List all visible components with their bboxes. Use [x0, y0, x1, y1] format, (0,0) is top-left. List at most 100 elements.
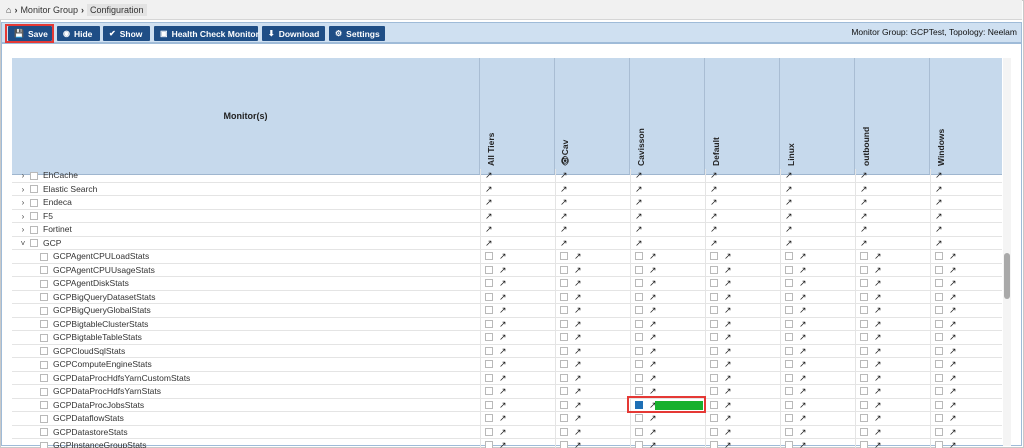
external-link-icon[interactable]: ↗ — [785, 224, 793, 235]
external-link-icon[interactable]: ↗ — [949, 251, 957, 262]
external-link-icon[interactable]: ↗ — [799, 305, 807, 316]
external-link-icon[interactable]: ↗ — [724, 251, 732, 262]
cell-checkbox[interactable] — [485, 414, 493, 422]
column-header-outbound[interactable]: outbound — [855, 58, 930, 174]
cell-checkbox[interactable] — [485, 427, 493, 436]
cell-checkbox[interactable] — [935, 400, 943, 409]
external-link-icon[interactable]: ↗ — [649, 346, 657, 357]
cell-checkbox[interactable] — [860, 441, 868, 448]
column-header-cav[interactable]: 👁Cav — [555, 58, 630, 174]
external-link-icon[interactable]: ↗ — [949, 373, 957, 384]
row-checkbox[interactable] — [40, 266, 48, 274]
external-link-icon[interactable]: ↗ — [574, 292, 582, 303]
external-link-icon[interactable]: ↗ — [874, 413, 882, 424]
chevron-right-icon[interactable]: › — [18, 196, 28, 209]
external-link-icon[interactable]: ↗ — [874, 251, 882, 262]
cell-checkbox[interactable] — [485, 400, 493, 409]
external-link-icon[interactable]: ↗ — [499, 373, 507, 384]
monitor-row[interactable]: GCPBigtableTableStats ↗ ↗ ↗ ↗ ↗ ↗ ↗ — [12, 331, 1002, 345]
cell-checkbox[interactable] — [485, 346, 493, 355]
cell-checkbox[interactable] — [710, 306, 718, 314]
external-link-icon[interactable]: ↗ — [799, 427, 807, 438]
external-link-icon[interactable]: ↗ — [799, 346, 807, 357]
cell-checkbox[interactable] — [635, 414, 643, 422]
cell-checkbox[interactable] — [560, 306, 568, 314]
external-link-icon[interactable]: ↗ — [499, 400, 507, 411]
vertical-scrollbar[interactable] — [1003, 58, 1011, 446]
cell-checkbox[interactable] — [935, 265, 943, 274]
external-link-icon[interactable]: ↗ — [949, 427, 957, 438]
cell-checkbox[interactable] — [485, 279, 493, 287]
external-link-icon[interactable]: ↗ — [724, 346, 732, 357]
external-link-icon[interactable]: ↗ — [499, 332, 507, 343]
cell-checkbox[interactable] — [710, 373, 718, 382]
cell-checkbox[interactable] — [860, 333, 868, 341]
external-link-icon[interactable]: ↗ — [724, 400, 732, 411]
cell-checkbox[interactable] — [935, 360, 943, 368]
external-link-icon[interactable]: ↗ — [724, 386, 732, 397]
cell-checkbox[interactable] — [635, 360, 643, 368]
external-link-icon[interactable]: ↗ — [560, 211, 568, 222]
cell-checkbox[interactable] — [710, 360, 718, 368]
cell-checkbox[interactable] — [485, 373, 493, 382]
external-link-icon[interactable]: ↗ — [724, 440, 732, 448]
external-link-icon[interactable]: ↗ — [874, 373, 882, 384]
row-checkbox[interactable] — [30, 185, 38, 193]
column-header-default[interactable]: Default — [705, 58, 780, 174]
cell-checkbox[interactable] — [635, 292, 643, 301]
external-link-icon[interactable]: ↗ — [574, 373, 582, 384]
cell-checkbox[interactable] — [935, 252, 943, 260]
external-link-icon[interactable]: ↗ — [785, 197, 793, 208]
row-checkbox[interactable] — [40, 252, 48, 261]
chevron-right-icon[interactable]: › — [18, 223, 28, 236]
cell-checkbox[interactable] — [635, 387, 643, 395]
external-link-icon[interactable]: ↗ — [635, 238, 643, 249]
cell-checkbox[interactable] — [860, 265, 868, 274]
external-link-icon[interactable]: ↗ — [935, 170, 943, 181]
cell-checkbox[interactable] — [710, 279, 718, 287]
external-link-icon[interactable]: ↗ — [799, 332, 807, 343]
external-link-icon[interactable]: ↗ — [874, 400, 882, 411]
external-link-icon[interactable]: ↗ — [799, 265, 807, 276]
cell-checkbox[interactable] — [560, 265, 568, 274]
cell-checkbox[interactable] — [785, 360, 793, 368]
category-row[interactable]: ˅ GCP ↗ ↗ ↗ ↗ ↗ ↗ ↗ — [12, 236, 1002, 250]
row-checkbox[interactable] — [40, 293, 48, 301]
row-checkbox[interactable] — [40, 401, 48, 409]
external-link-icon[interactable]: ↗ — [949, 332, 957, 343]
cell-checkbox[interactable] — [635, 333, 643, 341]
monitor-row[interactable]: GCPComputeEngineStats ↗ ↗ ↗ ↗ ↗ ↗ ↗ — [12, 358, 1002, 372]
external-link-icon[interactable]: ↗ — [574, 346, 582, 357]
external-link-icon[interactable]: ↗ — [710, 197, 718, 208]
row-checkbox[interactable] — [40, 414, 48, 423]
external-link-icon[interactable]: ↗ — [635, 184, 643, 195]
external-link-icon[interactable]: ↗ — [649, 440, 657, 448]
external-link-icon[interactable]: ↗ — [499, 265, 507, 276]
external-link-icon[interactable]: ↗ — [935, 184, 943, 195]
column-header-all-tiers[interactable]: All Tiers — [480, 58, 555, 174]
cell-checkbox[interactable] — [560, 441, 568, 448]
cell-checkbox[interactable] — [935, 441, 943, 448]
external-link-icon[interactable]: ↗ — [485, 170, 493, 181]
monitor-row[interactable]: GCPDataProcJobsStats ↗ ↗ ↗ ↗ ↗ ↗ ↗ — [12, 398, 1002, 412]
external-link-icon[interactable]: ↗ — [874, 386, 882, 397]
category-row[interactable]: › Elastic Search ↗ ↗ ↗ ↗ ↗ ↗ ↗ — [12, 182, 1002, 196]
external-link-icon[interactable]: ↗ — [874, 346, 882, 357]
external-link-icon[interactable]: ↗ — [649, 359, 657, 370]
external-link-icon[interactable]: ↗ — [485, 197, 493, 208]
external-link-icon[interactable]: ↗ — [874, 427, 882, 438]
external-link-icon[interactable]: ↗ — [874, 265, 882, 276]
external-link-icon[interactable]: ↗ — [499, 440, 507, 448]
cell-checkbox[interactable] — [485, 306, 493, 314]
external-link-icon[interactable]: ↗ — [860, 197, 868, 208]
monitor-row[interactable]: GCPDataProcHdfsYarnCustomStats ↗ ↗ ↗ ↗ ↗ ↗ ↗ — [12, 371, 1002, 385]
external-link-icon[interactable]: ↗ — [724, 305, 732, 316]
external-link-icon[interactable]: ↗ — [499, 292, 507, 303]
external-link-icon[interactable]: ↗ — [935, 197, 943, 208]
external-link-icon[interactable]: ↗ — [874, 319, 882, 330]
external-link-icon[interactable]: ↗ — [710, 224, 718, 235]
row-checkbox[interactable] — [30, 212, 38, 220]
external-link-icon[interactable]: ↗ — [574, 386, 582, 397]
external-link-icon[interactable]: ↗ — [499, 346, 507, 357]
cell-checkbox[interactable] — [935, 414, 943, 422]
